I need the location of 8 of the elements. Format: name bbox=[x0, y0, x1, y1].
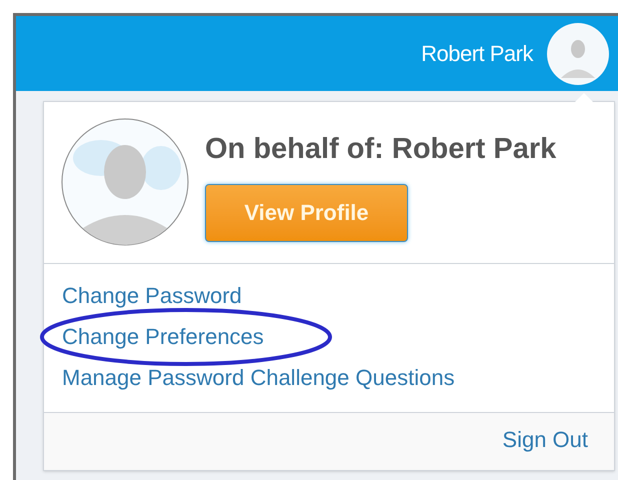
menu-link[interactable]: Change Preferences bbox=[62, 324, 264, 349]
user-name[interactable]: Robert Park bbox=[421, 37, 533, 70]
avatar-icon[interactable] bbox=[547, 22, 609, 84]
profile-photo-icon bbox=[61, 118, 189, 246]
menu-link[interactable]: Change Password bbox=[62, 283, 242, 308]
sign-out-link[interactable]: Sign Out bbox=[502, 423, 588, 456]
on-behalf-title: On behalf of: Robert Park bbox=[205, 132, 556, 167]
menu-link[interactable]: Manage Password Challenge Questions bbox=[62, 365, 455, 390]
